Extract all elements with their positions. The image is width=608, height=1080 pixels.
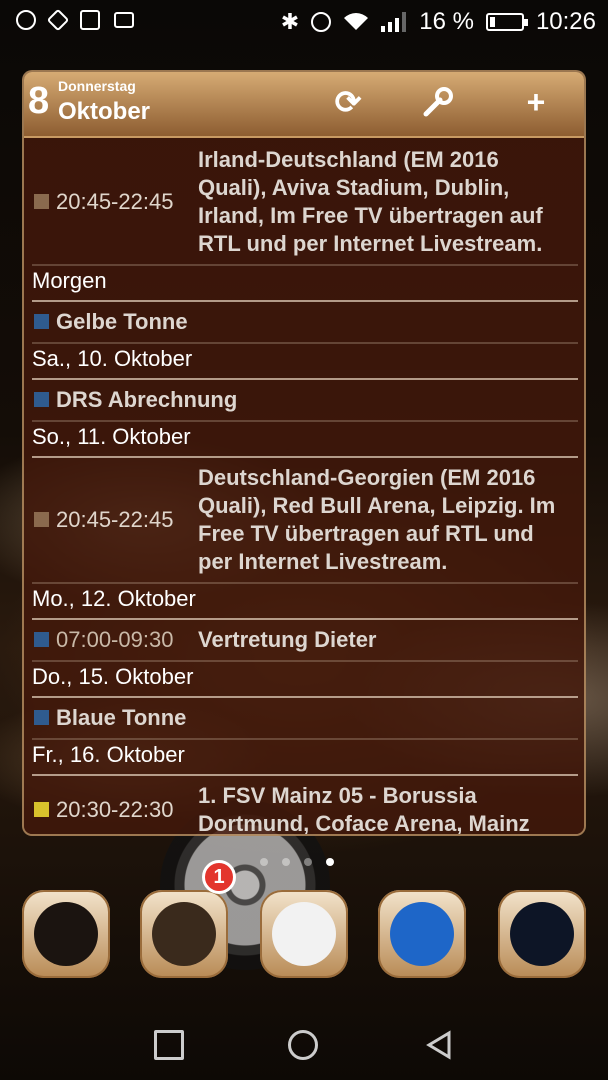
- calendar-color-icon: [34, 392, 49, 407]
- signal-icon: [381, 12, 407, 32]
- divider: [32, 774, 578, 776]
- event-title-line: Quali), Red Bull Arena, Leipzig. Im: [198, 493, 556, 518]
- dropbox-icon: [46, 8, 70, 32]
- divider: [32, 342, 578, 344]
- divider: [32, 420, 578, 422]
- event-title: Irland-Deutschland (EM 2016 Quali), Aviva…: [198, 146, 543, 258]
- wrench-icon[interactable]: [418, 82, 458, 122]
- event-title: Deutschland-Georgien (EM 2016 Quali), Red…: [198, 464, 555, 576]
- agenda-event[interactable]: Blaue Tonne: [32, 704, 578, 732]
- event-title-line: Irland-Deutschland (EM 2016: [198, 147, 499, 172]
- calendar-color-icon: [34, 802, 49, 817]
- month-label: Oktober: [58, 98, 151, 125]
- play-store-app-icon[interactable]: [260, 890, 348, 978]
- divider: [32, 456, 578, 458]
- agenda-event[interactable]: 20:45-22:45 Irland-Deutschland (EM 2016 Qu…: [32, 146, 578, 258]
- event-title-line: Blaue Tonne: [56, 705, 187, 730]
- battery-percent: 16 %: [419, 8, 474, 35]
- event-title-line: per Internet Livestream.: [198, 549, 448, 574]
- home-button[interactable]: [288, 1030, 318, 1060]
- wifi-icon: [344, 13, 369, 30]
- calendar-color-icon: [34, 632, 49, 647]
- clock: 10:26: [535, 8, 596, 35]
- page-indicator: [260, 858, 334, 866]
- navigation-bar: [0, 1010, 608, 1080]
- calendar-widget[interactable]: 8 Donnerstag Oktober ⟳ + 20:45-22:45 Irla…: [22, 70, 586, 836]
- alarm-icon: [311, 12, 332, 32]
- back-button[interactable]: [424, 1030, 454, 1060]
- event-title: DRS Abrechnung: [56, 386, 237, 414]
- event-title-line: Deutschland-Georgien (EM 2016: [198, 465, 536, 490]
- status-bar: ✱ 16 % 10:26: [0, 0, 608, 44]
- event-title-line: Gelbe Tonne: [56, 309, 188, 334]
- calendar-color-icon: [34, 512, 49, 527]
- recents-button[interactable]: [154, 1030, 184, 1060]
- calendar-color-icon: [34, 314, 49, 329]
- day-header: Morgen: [32, 268, 107, 293]
- agenda-event[interactable]: 07:00-09:30 Vertretung Dieter: [32, 626, 578, 654]
- agenda-list[interactable]: 20:45-22:45 Irland-Deutschland (EM 2016 Qu…: [24, 138, 584, 834]
- camera-app-icon[interactable]: [498, 890, 586, 978]
- plus-icon[interactable]: +: [516, 82, 556, 122]
- calendar-color-icon: [34, 194, 49, 209]
- agenda-event[interactable]: Gelbe Tonne: [32, 308, 578, 336]
- app-dock: [0, 890, 608, 990]
- day-header: Do., 15. Oktober: [32, 664, 194, 689]
- notification-badge: 1: [202, 860, 236, 894]
- day-header: So., 11. Oktober: [32, 424, 191, 449]
- divider: [32, 264, 578, 266]
- bluetooth-icon: ✱: [280, 9, 300, 34]
- divider: [32, 300, 578, 302]
- mail-icon: [114, 12, 134, 28]
- event-title: Blaue Tonne: [56, 704, 186, 732]
- event-time: 20:45-22:45: [56, 507, 174, 532]
- agenda-event[interactable]: 20:30-22:30 1. FSV Mainz 05 - Borussia Dor…: [32, 782, 578, 836]
- divider: [32, 618, 578, 620]
- event-title-line: Free TV übertragen auf RTL und: [198, 521, 534, 546]
- day-header: Fr., 16. Oktober: [32, 742, 185, 767]
- image-icon: [80, 10, 100, 30]
- event-time: 20:45-22:45: [56, 189, 174, 214]
- event-title-line: RTL und per Internet Livestream.: [198, 231, 543, 256]
- call-forward-icon: [16, 10, 36, 30]
- divider: [32, 582, 578, 584]
- event-title-line: 1. FSV Mainz 05 - Borussia: [198, 783, 477, 808]
- boat-browser-app-icon[interactable]: [378, 890, 466, 978]
- widget-header[interactable]: 8 Donnerstag Oktober ⟳ +: [24, 72, 584, 138]
- settings-gear-app-icon[interactable]: [140, 890, 228, 978]
- weekday-label: Donnerstag: [58, 78, 136, 94]
- divider: [32, 660, 578, 662]
- day-header: Sa., 10. Oktober: [32, 346, 193, 371]
- event-title: Gelbe Tonne: [56, 308, 188, 336]
- event-title-line: Dortmund, Coface Arena, Mainz: [198, 811, 530, 836]
- day-number: 8: [28, 80, 50, 122]
- event-title-line: DRS Abrechnung: [56, 387, 238, 412]
- divider: [32, 378, 578, 380]
- event-time: 07:00-09:30: [56, 627, 174, 652]
- calendar-color-icon: [34, 710, 49, 725]
- event-title-line: Quali), Aviva Stadium, Dublin,: [198, 175, 510, 200]
- day-header: Mo., 12. Oktober: [32, 586, 196, 611]
- agenda-event[interactable]: 20:45-22:45 Deutschland-Georgien (EM 2016…: [32, 464, 578, 576]
- event-title: Vertretung Dieter: [198, 626, 377, 654]
- event-time: 20:30-22:30: [56, 797, 174, 822]
- agenda-event[interactable]: DRS Abrechnung: [32, 386, 578, 414]
- phone-app-icon[interactable]: [22, 890, 110, 978]
- divider: [32, 738, 578, 740]
- divider: [32, 696, 578, 698]
- event-title-line: Irland, Im Free TV übertragen auf: [198, 203, 543, 228]
- refresh-icon[interactable]: ⟳: [328, 82, 368, 122]
- event-title: 1. FSV Mainz 05 - Borussia Dortmund, Cofa…: [198, 782, 530, 836]
- event-title-line: Vertretung Dieter: [198, 627, 377, 652]
- battery-icon: [485, 13, 528, 31]
